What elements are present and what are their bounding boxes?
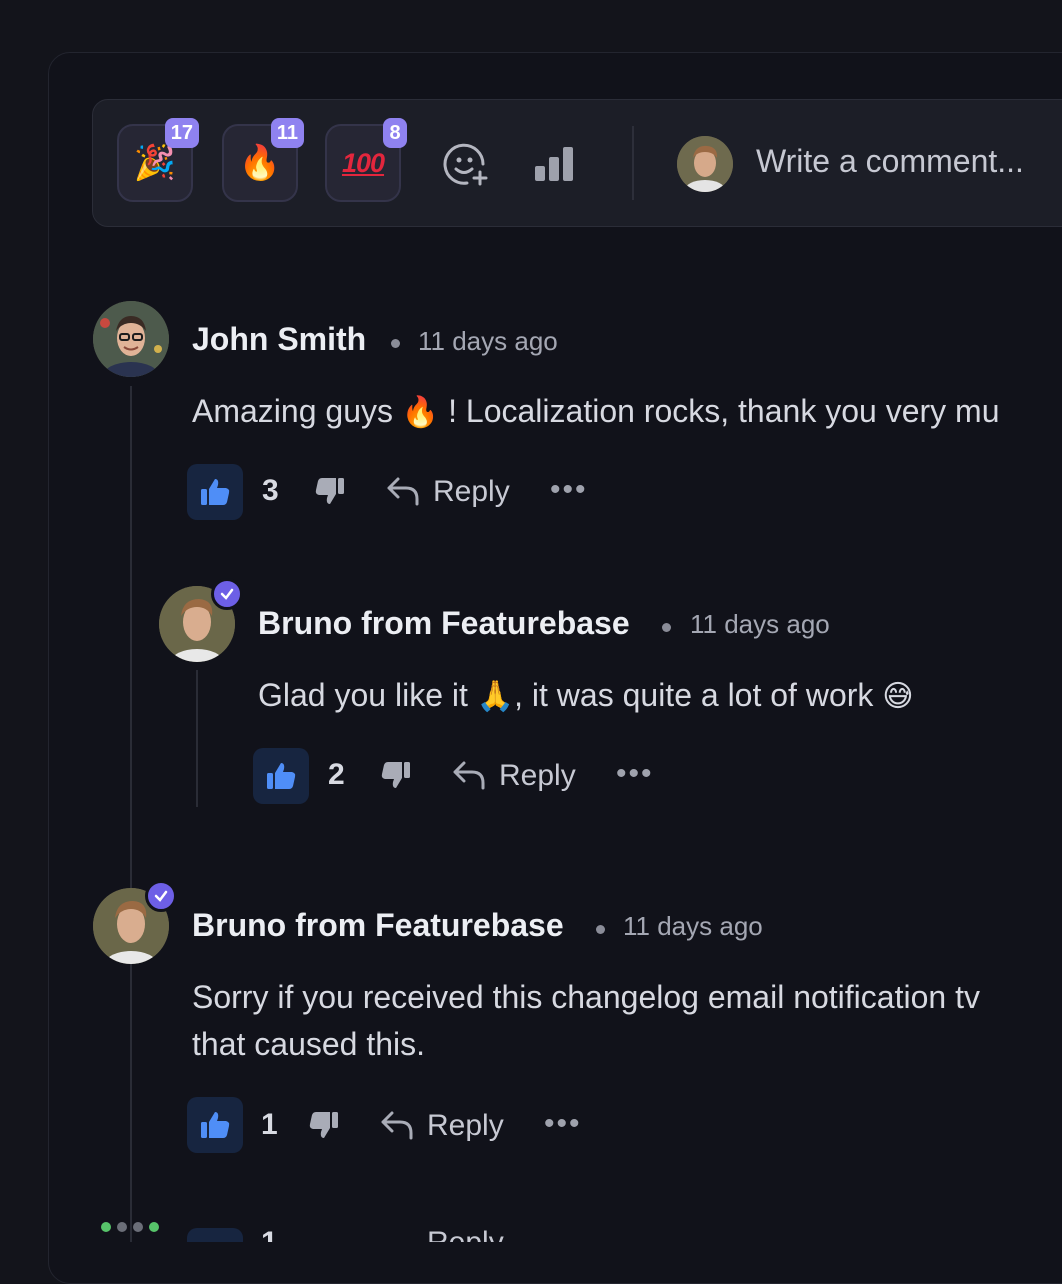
upvote-count: 1 <box>261 1108 278 1141</box>
reply-icon <box>453 761 485 790</box>
upvote-button[interactable] <box>187 1228 243 1242</box>
verified-badge <box>211 578 243 610</box>
reaction-count-badge: 8 <box>383 118 407 148</box>
hundred-points-icon: 100 <box>341 147 385 178</box>
upvote-count: 3 <box>262 474 279 507</box>
reply-button[interactable]: Reply <box>427 1226 504 1242</box>
toolbar-divider <box>632 126 634 200</box>
avatar <box>677 136 733 192</box>
upvote-count: 2 <box>328 758 345 791</box>
thread-line <box>196 670 198 807</box>
separator-dot <box>662 623 671 632</box>
fire-icon: 🔥 <box>401 395 440 430</box>
check-icon <box>220 588 234 600</box>
thumbs-down-icon[interactable] <box>314 475 346 507</box>
reaction-hundred[interactable]: 100 8 <box>325 118 407 202</box>
comment-timestamp: 11 days ago <box>623 911 763 941</box>
separator-dot <box>596 925 605 934</box>
comment-text: Amazing guys <box>192 393 393 429</box>
comment-timestamp: 11 days ago <box>690 609 830 639</box>
add-reaction-icon[interactable] <box>443 142 489 188</box>
more-options-icon[interactable]: ••• <box>550 473 588 507</box>
upvote-button[interactable] <box>187 464 243 520</box>
grinning-sweat-icon: 😅 <box>882 679 914 714</box>
comment-body: Amazing guys 🔥 ! Localization rocks, tha… <box>192 388 999 436</box>
bar-chart-icon[interactable] <box>534 146 576 182</box>
typing-indicator <box>101 1222 159 1232</box>
comment-author[interactable]: Bruno from Featurebase <box>192 907 564 944</box>
more-options-icon[interactable]: ••• <box>544 1107 582 1141</box>
separator-dot <box>391 339 400 348</box>
comment-text: Sorry if you received this changelog ema… <box>192 979 980 1015</box>
upvote-count: 1 <box>261 1226 278 1242</box>
comment-text: Glad you like it <box>258 677 468 713</box>
fire-icon: 🔥 <box>238 143 282 183</box>
reaction-count-badge: 17 <box>164 118 199 148</box>
reply-icon <box>381 1111 413 1140</box>
reaction-fire[interactable]: 🔥 11 <box>222 118 304 202</box>
comment-text: , it was quite a lot of work <box>514 677 874 713</box>
thumbs-up-icon <box>201 479 230 505</box>
thread-line <box>130 386 132 1242</box>
comment-author[interactable]: John Smith <box>192 321 366 358</box>
upvote-button[interactable] <box>253 748 309 804</box>
comment-text: that caused this. <box>192 1026 426 1062</box>
reaction-party[interactable]: 🎉 17 <box>117 118 199 202</box>
reply-button[interactable]: Reply <box>499 759 576 793</box>
comment-author[interactable]: Bruno from Featurebase <box>258 605 630 642</box>
reply-button[interactable]: Reply <box>427 1109 504 1143</box>
thumbs-up-icon <box>201 1112 230 1138</box>
comment-body: Sorry if you received this changelog ema… <box>192 974 980 1068</box>
reply-icon <box>387 477 419 506</box>
comment-input[interactable]: Write a comment... <box>756 143 1024 180</box>
avatar[interactable] <box>93 301 169 377</box>
thumbs-down-icon[interactable] <box>380 759 412 791</box>
comment-timestamp: 11 days ago <box>418 326 558 356</box>
party-popper-icon: 🎉 <box>133 143 177 183</box>
upvote-button[interactable] <box>187 1097 243 1153</box>
verified-badge <box>145 880 177 912</box>
comment-text: ! Localization rocks, thank you very mu <box>448 393 1000 429</box>
more-options-icon[interactable]: ••• <box>616 757 654 791</box>
reaction-count-badge: 11 <box>270 118 304 148</box>
thumbs-up-icon <box>267 763 296 789</box>
thumbs-down-icon[interactable] <box>308 1109 340 1141</box>
check-icon <box>154 890 168 902</box>
comment-body: Glad you like it 🙏, it was quite a lot o… <box>258 672 914 720</box>
folded-hands-icon: 🙏 <box>476 679 515 714</box>
reply-button[interactable]: Reply <box>433 475 510 509</box>
